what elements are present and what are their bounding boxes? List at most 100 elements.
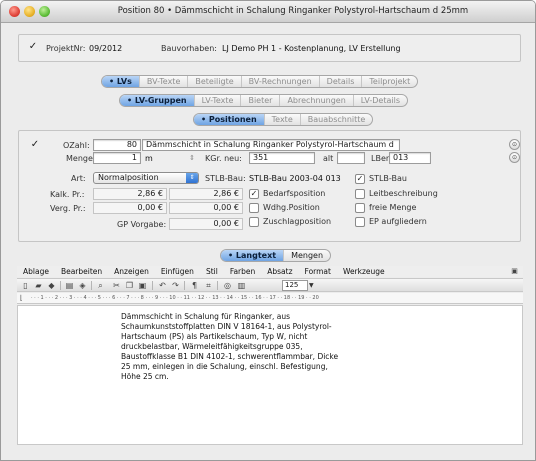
panel-toggle-icon[interactable]: ▣ <box>509 266 520 277</box>
editor-menu-bar: Ablage Bearbeiten Anzeigen Einfügen Stil… <box>17 266 523 277</box>
menu-einfuegen[interactable]: Einfügen <box>155 266 200 277</box>
ozahl-label: OZahl: <box>63 141 90 150</box>
einheit-value[interactable]: m <box>145 154 153 163</box>
menu-ablage[interactable]: Ablage <box>17 266 55 277</box>
toolbar-separator <box>217 281 218 290</box>
zuschlag-checkbox[interactable] <box>249 217 259 227</box>
menu-farben[interactable]: Farben <box>224 266 261 277</box>
find-icon[interactable]: ⌕ <box>95 280 106 291</box>
menge-field[interactable]: 1 <box>93 152 141 164</box>
minimize-window-button[interactable] <box>24 6 35 17</box>
gp-field[interactable]: 0,00 € <box>169 218 243 230</box>
tab-beteiligte[interactable]: Beteiligte <box>187 76 240 87</box>
tab-bauabschnitte[interactable]: Bauabschnitte <box>299 114 373 125</box>
tab-details[interactable]: Details <box>318 76 362 87</box>
paste-icon[interactable]: ▣ <box>137 280 148 291</box>
copy-icon[interactable]: ❐ <box>124 280 135 291</box>
verg-label: Verg. Pr.: <box>50 204 86 213</box>
stlb-value[interactable]: STLB-Bau 2003-04 013 <box>249 174 341 183</box>
bedarfsposition-checkbox[interactable]: ✓ <box>249 189 259 199</box>
close-window-button[interactable] <box>9 6 20 17</box>
stlb-checkbox[interactable]: ✓ <box>355 174 365 184</box>
text-ruler[interactable]: ⌊ · · · 1 · · · 2 · · · 3 · · · 4 · · · … <box>17 293 523 304</box>
menu-bearbeiten[interactable]: Bearbeiten <box>55 266 108 277</box>
bedarfsposition-label: Bedarfsposition <box>263 189 326 198</box>
position-panel: ✓ OZahl: 80 Dämmschicht in Schalung Ring… <box>18 130 521 242</box>
redo-icon[interactable]: ↷ <box>170 280 181 291</box>
save-icon[interactable]: ◆ <box>46 280 57 291</box>
window-title: Position 80 • Dämmschicht in Schalung Ri… <box>117 6 469 16</box>
ruler-scale: · · · 1 · · · 2 · · · 3 · · · 4 · · · 5 … <box>31 295 319 301</box>
projektnr-label: ProjektNr: <box>46 44 86 53</box>
verg-field-2[interactable]: 0,00 € <box>169 202 243 214</box>
zuschlag-label: Zuschlagposition <box>263 217 332 226</box>
preview-icon[interactable]: ◈ <box>77 280 88 291</box>
open-folder-icon[interactable]: ▰ <box>33 280 44 291</box>
cut-icon[interactable]: ✂ <box>111 280 122 291</box>
einheit-stepper-icon[interactable]: ⇕ <box>187 152 197 164</box>
art-label: Art: <box>71 174 86 183</box>
projektnr-value[interactable]: 09/2012 <box>89 44 122 53</box>
tab-stop-icon[interactable]: ⌊ <box>20 294 23 302</box>
menu-anzeigen[interactable]: Anzeigen <box>108 266 155 277</box>
target-icon[interactable]: ◎ <box>222 280 233 291</box>
langtext-content[interactable]: Dämmschicht in Schalung für Ringanker, a… <box>121 312 381 382</box>
tab-lv-gruppen[interactable]: • LV-Gruppen <box>120 95 194 106</box>
toolbar-separator <box>91 281 92 290</box>
tab-lv-details[interactable]: LV-Details <box>352 95 407 106</box>
lber-info-button[interactable]: ⊙ <box>509 152 520 163</box>
lber-field[interactable]: 013 <box>389 152 431 164</box>
chevron-updown-icon: ⇕ <box>186 173 198 183</box>
ep-aufgliedern-checkbox[interactable] <box>355 217 365 227</box>
kgr-label: KGr. neu: <box>205 154 242 163</box>
title-bar[interactable]: Position 80 • Dämmschicht in Schalung Ri… <box>1 1 535 23</box>
page-layout-icon[interactable]: ▥ <box>236 280 247 291</box>
bauvorhaben-value[interactable]: LJ Demo PH 1 - Kostenplanung, LV Erstell… <box>222 44 401 53</box>
kalk-field-1[interactable]: 2,86 € <box>93 188 167 200</box>
chevron-down-icon[interactable]: ▼ <box>309 280 319 291</box>
ozahl-field[interactable]: 80 <box>93 139 141 151</box>
menu-werkzeuge[interactable]: Werkzeuge <box>337 266 391 277</box>
toolbar-separator <box>184 281 185 290</box>
print-icon[interactable]: ▤ <box>64 280 75 291</box>
leitbeschreibung-checkbox[interactable] <box>355 189 365 199</box>
new-document-icon[interactable]: ▯ <box>20 280 31 291</box>
zoom-input[interactable]: 125 <box>282 280 308 291</box>
freie-menge-checkbox[interactable] <box>355 203 365 213</box>
tab-abrechnungen[interactable]: Abrechnungen <box>279 95 352 106</box>
langtext-editor[interactable]: Dämmschicht in Schalung für Ringanker, a… <box>17 305 523 445</box>
tab-lv-texte[interactable]: LV-Texte <box>193 95 241 106</box>
grid-icon[interactable]: ⌗ <box>203 280 214 291</box>
tab-lvs[interactable]: • LVs <box>102 76 139 87</box>
menu-format[interactable]: Format <box>299 266 337 277</box>
art-select[interactable]: Normalposition ⇕ <box>93 172 199 184</box>
kurztext-field[interactable]: Dämmschicht in Schalung Ringanker Polyst… <box>142 139 400 151</box>
kgr-field[interactable]: 351 <box>249 152 315 164</box>
tab-bv-rechnungen[interactable]: BV-Rechnungen <box>240 76 319 87</box>
wdhg-checkbox[interactable] <box>249 203 259 213</box>
tab-mengen[interactable]: Mengen <box>283 250 330 261</box>
project-checkmark[interactable]: ✓ <box>28 42 38 53</box>
ozahl-info-button[interactable]: ⊙ <box>509 139 520 150</box>
menu-absatz[interactable]: Absatz <box>261 266 298 277</box>
tabs-text: • Langtext Mengen <box>220 249 332 262</box>
paragraph-marks-icon[interactable]: ¶ <box>189 280 200 291</box>
verg-field-1[interactable]: 0,00 € <box>93 202 167 214</box>
tab-texte[interactable]: Texte <box>263 114 300 125</box>
tab-teilprojekt[interactable]: Teilprojekt <box>361 76 417 87</box>
position-checkmark[interactable]: ✓ <box>30 140 40 151</box>
zoom-window-button[interactable] <box>39 6 50 17</box>
tabs-level2: • LV-Gruppen LV-Texte Bieter Abrechnunge… <box>119 94 408 107</box>
menu-stil[interactable]: Stil <box>200 266 224 277</box>
toolbar-separator <box>60 281 61 290</box>
tab-positionen[interactable]: • Positionen <box>194 114 264 125</box>
alt-field[interactable] <box>337 152 365 164</box>
undo-icon[interactable]: ↶ <box>157 280 168 291</box>
kalk-field-2[interactable]: 2,86 € <box>169 188 243 200</box>
tab-langtext[interactable]: • Langtext <box>221 250 284 261</box>
tab-bv-texte[interactable]: BV-Texte <box>138 76 188 87</box>
tab-bieter[interactable]: Bieter <box>240 95 279 106</box>
stlb-check-label: STLB-Bau <box>369 174 407 183</box>
main-window: Position 80 • Dämmschicht in Schalung Ri… <box>0 0 536 461</box>
toolbar-separator <box>152 281 153 290</box>
